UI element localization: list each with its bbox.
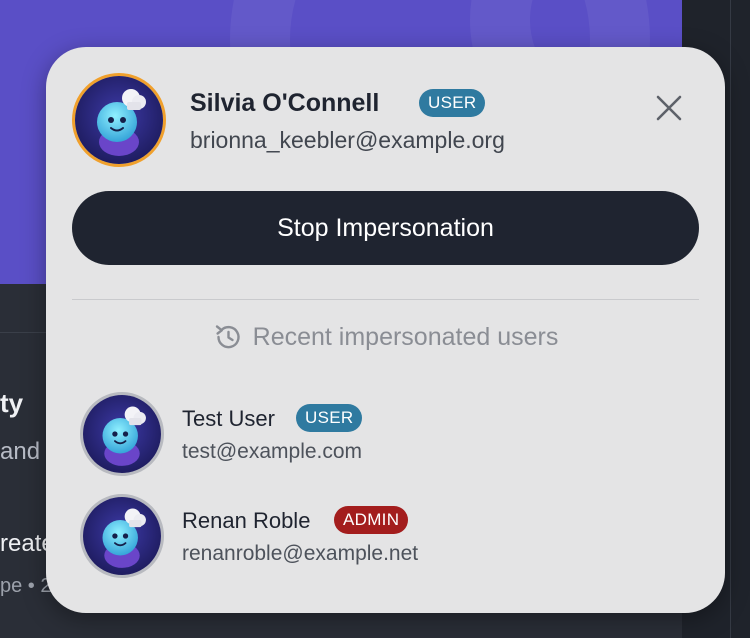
chef-mascot-icon	[75, 76, 163, 164]
background-card-meta: pe • 2	[0, 575, 52, 597]
close-button[interactable]	[646, 85, 692, 131]
chef-mascot-icon	[83, 497, 161, 575]
close-icon	[656, 95, 682, 121]
recent-user-item[interactable]: Test User USER test@example.com	[80, 392, 680, 478]
history-icon	[215, 325, 240, 349]
current-user-email: brionna_keebler@example.org	[190, 127, 505, 153]
recent-user-name: Test User	[182, 406, 275, 431]
current-user-name: Silvia O'Connell	[190, 89, 380, 117]
recent-users-heading-label: Recent impersonated users	[252, 322, 559, 351]
impersonation-popover: Silvia O'Connell USER brionna_keebler@ex…	[46, 47, 725, 613]
chef-mascot-icon	[83, 395, 161, 473]
stop-impersonation-button[interactable]: Stop Impersonation	[72, 191, 699, 265]
recent-users-heading: Recent impersonated users	[46, 322, 725, 352]
recent-user-role-badge: ADMIN	[334, 506, 409, 534]
recent-user-name: Renan Roble	[182, 508, 311, 533]
current-user-avatar	[72, 73, 166, 167]
recent-user-email: renanroble@example.net	[182, 542, 419, 565]
recent-user-avatar	[80, 392, 164, 476]
recent-user-email: test@example.com	[182, 440, 363, 463]
background-card-text: and	[0, 438, 41, 465]
section-divider	[72, 299, 699, 300]
recent-user-item[interactable]: Renan Roble ADMIN renanroble@example.net	[80, 494, 680, 580]
background-card-title: ty	[0, 388, 24, 418]
current-user-role-badge: USER	[419, 89, 486, 117]
recent-user-role-badge: USER	[296, 404, 363, 432]
recent-user-avatar	[80, 494, 164, 578]
